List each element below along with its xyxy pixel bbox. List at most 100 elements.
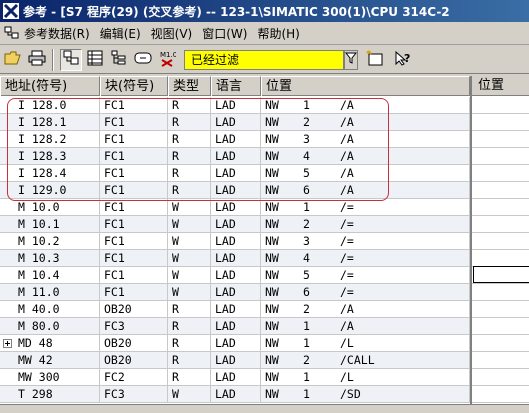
cell-lang: LAD [211,114,261,131]
cell-net: NW [265,132,279,146]
location-pane-row[interactable] [472,114,529,131]
menu-label: 参考数据(R) [24,26,90,41]
cell-address: M 10.1 [0,216,100,233]
location-pane-row[interactable] [472,182,529,199]
menu-help[interactable]: 帮助(H) [253,23,305,43]
print-button[interactable] [26,49,48,71]
table-row[interactable]: I 129.0 FC1 R LAD NW 6/A [0,182,470,199]
cell-instr: /A [336,182,470,199]
table-row[interactable]: MD 48 OB20 R LAD NW 1/L [0,335,470,352]
cell-instr: /A [336,301,470,318]
location-pane-row[interactable] [472,386,529,403]
cell-net: NW [265,115,279,129]
column-header-language[interactable]: 语言 [211,76,261,96]
column-header-address[interactable]: 地址(符号) [0,76,100,96]
cell-instr: /A [336,97,470,114]
location-pane-header[interactable]: 位置 [472,76,529,96]
location-pane-row[interactable] [472,148,529,165]
column-header-location[interactable]: 位置 [261,76,470,96]
location-pane-row[interactable] [472,250,529,267]
cell-lang: LAD [211,233,261,250]
open-icon [4,50,22,69]
expand-icon[interactable] [3,339,12,348]
table-row[interactable]: M 11.0 FC1 W LAD NW 6 /= [0,284,470,301]
location-pane-row[interactable] [472,199,529,216]
cross-reference-view-button[interactable] [60,48,82,71]
cell-instr: /= [336,233,470,250]
table-row[interactable]: I 128.2 FC1 R LAD NW 3/A [0,131,470,148]
cell-lang: LAD [211,216,261,233]
cell-net: NW [265,319,279,333]
print-icon [28,50,46,69]
location-pane-row[interactable] [472,233,529,250]
location-pane-row[interactable] [472,165,529,182]
cell-block: FC1 [100,165,168,182]
table-row[interactable]: I 128.1 FC1 R LAD NW 2/A [0,114,470,131]
cell-type: R [168,165,211,182]
cell-address: I 128.3 [0,148,100,165]
menu-label: 窗口(W) [202,26,248,41]
cross-ref-icon [4,26,20,40]
cell-num: 1 [303,387,310,401]
location-pane: 位置 [470,76,529,413]
cell-lang: LAD [211,301,261,318]
program-structure-button[interactable] [108,49,130,71]
open-button[interactable] [2,49,24,71]
no-symbol-button[interactable]: M1.0 [156,49,178,71]
table-row[interactable]: I 128.3 FC1 R LAD NW 4/A [0,148,470,165]
cell-lang: LAD [211,318,261,335]
cell-lang: LAD [211,250,261,267]
table-row[interactable]: MW 42 OB20 R LAD NW 2/CALL [0,352,470,369]
cell-instr: /L [336,369,470,386]
cell-address: M 10.4 [0,267,100,284]
table-row[interactable]: M 10.2 FC1 W LAD NW 3 /= [0,233,470,250]
cell-type: R [168,301,211,318]
table-row[interactable]: M 10.1 FC1 W LAD NW 2 /= [0,216,470,233]
new-window-button[interactable] [364,49,386,71]
app-icon[interactable] [3,3,19,19]
filter-button[interactable] [344,49,358,70]
table-row[interactable]: M 80.0 FC3 R LAD NW 1/A [0,318,470,335]
toolbar-separator [52,48,54,71]
menu-edit[interactable]: 编辑(E) [96,23,147,43]
location-pane-row[interactable] [472,216,529,233]
column-header-type[interactable]: 类型 [168,76,211,96]
table-row[interactable]: M 40.0 OB20 R LAD NW 2/A [0,301,470,318]
cell-type: W [168,386,211,403]
location-pane-row[interactable] [472,369,529,386]
location-pane-row[interactable] [472,284,529,301]
table-row[interactable]: I 128.0 FC1 R LAD NW 1/A [0,97,470,114]
location-pane-row[interactable] [472,335,529,352]
cell-block: FC1 [100,199,168,216]
cell-num: 2 [303,115,310,129]
filter-select[interactable]: 已经过滤 [184,49,344,70]
location-pane-row[interactable] [472,131,529,148]
assignment-button[interactable] [84,49,106,71]
help-button[interactable]: ? [392,49,414,71]
location-pane-row[interactable] [472,97,529,114]
table-row[interactable]: M 10.3 FC1 W LAD NW 4 /= [0,250,470,267]
program-structure-icon [111,50,127,69]
cell-num: 1 [303,200,310,214]
table-row[interactable]: M 10.4 FC1 W LAD NW 5 /= [0,267,470,284]
menu-window[interactable]: 窗口(W) [198,23,253,43]
menu-view[interactable]: 视图(V) [147,23,199,43]
table-row[interactable]: M 10.0 FC1 W LAD NW 1 /= [0,199,470,216]
location-pane-row[interactable] [472,352,529,369]
cell-type: W [168,216,211,233]
table-header: 地址(符号) 块(符号) 类型 语言 位置 [0,76,529,96]
cell-num: 1 [303,98,310,112]
cell-block: OB20 [100,335,168,352]
location-pane-selected-cell[interactable] [473,266,529,283]
cell-lang: LAD [211,131,261,148]
location-pane-row[interactable] [472,318,529,335]
location-pane-row[interactable] [472,301,529,318]
svg-text:?: ? [404,52,410,65]
unused-symbols-button[interactable] [132,49,154,71]
table-row[interactable]: T 298 FC3 W LAD NW 1/SD [0,386,470,403]
table-row[interactable]: I 128.4 FC1 R LAD NW 5/A [0,165,470,182]
table-row[interactable]: MW 300 FC2 R LAD NW 1/L [0,369,470,386]
cell-block: FC1 [100,267,168,284]
column-header-block[interactable]: 块(符号) [100,76,168,96]
menu-reference-data[interactable]: 参考数据(R) [0,23,96,43]
